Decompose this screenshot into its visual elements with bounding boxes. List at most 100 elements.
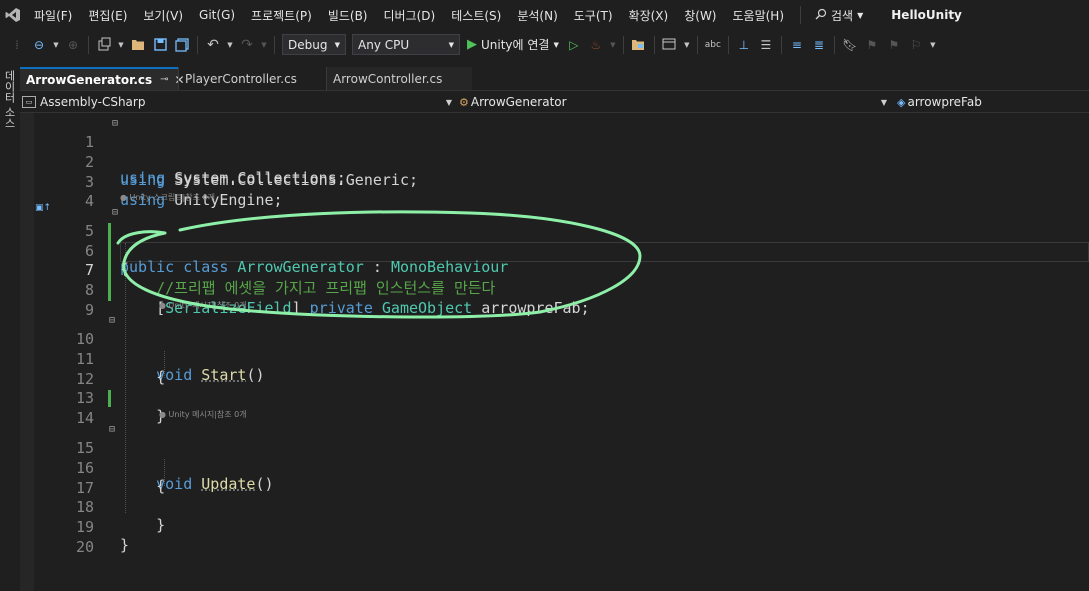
toolbar: ⁞ ⊖ ▼ ⊕ ▼ ↶ ▼ ↷ ▼ Debug ▼ Any CPU ▼ ▶ Un… [0, 30, 1089, 59]
collapse-icon[interactable]: ⊟ [109, 424, 115, 435]
csharp-project-icon: ▭ [22, 96, 36, 108]
save-all-icon[interactable] [173, 36, 191, 54]
menu-file[interactable]: 파일(F) [26, 7, 80, 24]
menu-analyze[interactable]: 분석(N) [509, 7, 565, 24]
tab-label: ArrowController.cs [333, 71, 443, 86]
code-line: 17 [20, 460, 1089, 497]
class-dropdown[interactable]: ⚙ ArrowGenerator ▼ [459, 92, 891, 112]
code-line: 7 //프리팹 에셋을 가지고 프리팹 인스턴스를 만든다 [20, 242, 1089, 297]
play-icon: ▶ [467, 37, 477, 52]
code-line: 12 [20, 351, 1089, 388]
code-line: 18 } [20, 479, 1089, 534]
navigation-bar: ▭ Assembly-CSharp ▼ ⚙ ArrowGenerator ▼ ◈… [20, 90, 1089, 113]
toolbar-divider [833, 35, 835, 54]
chevron-down-icon[interactable]: ▼ [260, 36, 268, 54]
tab-label: PlayerController.cs [185, 71, 297, 86]
codelens-hint[interactable]: ● Unity 스크립트|참조 0개 [120, 192, 215, 203]
tab-player-controller[interactable]: PlayerController.cs [178, 67, 326, 90]
menu-build[interactable]: 빌드(B) [320, 7, 376, 24]
chevron-down-icon: ▼ [857, 10, 864, 20]
collapse-icon[interactable]: ⊟ [112, 207, 118, 218]
codelens-hint[interactable]: ● Unity 메시지|참조 0개 [159, 409, 247, 420]
clear-bookmarks-icon[interactable]: ⚐ [907, 36, 925, 54]
indent-icon[interactable]: ≡ [788, 36, 806, 54]
cursor-tool-icon[interactable]: ⊥ [735, 36, 753, 54]
field-icon: ◈ [897, 95, 906, 109]
code-line: 16 { [20, 440, 1089, 495]
tab-arrow-generator[interactable]: ArrowGenerator.cs ⊸ ✕ [20, 67, 185, 90]
hot-reload-icon[interactable]: ♨ [587, 36, 605, 54]
codelens-text: Unity 메시지|참조 0개 [168, 301, 247, 310]
code-line: 5 ⊟ public class ArrowGenerator : MonoBe… [20, 203, 1089, 276]
chevron-down-icon: ▼ [334, 40, 340, 49]
start-without-debug-icon[interactable]: ▷ [565, 36, 583, 54]
toolbar-divider [622, 35, 624, 54]
next-bookmark-icon[interactable]: ⚑ [885, 36, 903, 54]
menu-project[interactable]: 프로젝트(P) [243, 7, 320, 24]
menu-test[interactable]: 테스트(S) [443, 7, 509, 24]
platform-select[interactable]: Any CPU ▼ [352, 34, 460, 55]
code-line: 4 [20, 173, 1089, 210]
undo-icon[interactable]: ↶ [204, 36, 222, 54]
line-number: 20 [75, 538, 94, 556]
member-dropdown[interactable]: ◈ arrowpreFab [897, 92, 1087, 112]
chevron-down-icon[interactable]: ▼ [226, 36, 234, 54]
bookmark-icon[interactable]: 🔖︎ [841, 36, 859, 54]
chevron-down-icon[interactable]: ▼ [609, 36, 617, 54]
attach-unity-button[interactable]: ▶ Unity에 연결 ▼ [463, 36, 563, 53]
redo-icon[interactable]: ↷ [238, 36, 256, 54]
chevron-down-icon[interactable]: ▼ [929, 36, 937, 54]
tab-arrow-controller[interactable]: ArrowController.cs [326, 67, 472, 90]
code-editor[interactable]: ▣↑ 1 ⊟ using System.Collections; 2 using… [20, 113, 1089, 591]
code-line: 19 } [20, 499, 1089, 554]
platform-value: Any CPU [358, 37, 410, 52]
outdent-icon[interactable]: ≣ [810, 36, 828, 54]
window-layout-icon[interactable] [661, 36, 679, 54]
spell-check-icon[interactable]: abc [704, 36, 722, 54]
code-line: 8 [SerializeField] private GameObject ar… [20, 262, 1089, 317]
codelens-text: Unity 메시지|참조 0개 [168, 410, 247, 419]
menu-extensions[interactable]: 확장(X) [621, 7, 677, 24]
codelens-hint[interactable]: ● Unity 메시지|참조 0개 [159, 300, 247, 311]
collapse-icon[interactable]: ⊟ [112, 118, 118, 129]
visual-studio-logo-icon[interactable] [0, 0, 26, 30]
side-tool-strip: 데이터 소스 [0, 66, 20, 591]
search-label: 검색 [831, 8, 854, 23]
chevron-down-icon: ▼ [445, 97, 452, 107]
menu-debug[interactable]: 디버그(D) [376, 7, 444, 24]
toolbar-divider [197, 35, 198, 54]
back-icon[interactable]: ⊖ [30, 36, 48, 54]
chevron-down-icon[interactable]: ▼ [117, 36, 125, 54]
forward-icon[interactable]: ⊕ [64, 36, 82, 54]
code-line: 9 [20, 282, 1089, 319]
format-icon[interactable]: ☰ [757, 36, 775, 54]
grip-icon: ⁞ [15, 37, 19, 52]
menu-window[interactable]: 창(W) [676, 7, 724, 24]
chevron-down-icon[interactable]: ▼ [52, 36, 60, 54]
menu-bar: 파일(F) 편집(E) 보기(V) Git(G) 프로젝트(P) 빌드(B) 디… [0, 0, 1089, 30]
menu-git[interactable]: Git(G) [191, 8, 243, 22]
chevron-down-icon[interactable]: ▼ [683, 36, 691, 54]
save-icon[interactable] [151, 36, 169, 54]
configuration-value: Debug [288, 37, 328, 52]
collapse-icon[interactable]: ⊟ [109, 315, 115, 326]
configuration-select[interactable]: Debug ▼ [282, 34, 346, 55]
prev-bookmark-icon[interactable]: ⚑ [863, 36, 881, 54]
toolbar-divider [780, 35, 782, 54]
menu-help[interactable]: 도움말(H) [725, 7, 793, 24]
code-line: 14 [20, 390, 1089, 427]
open-icon[interactable] [129, 36, 147, 54]
menu-view[interactable]: 보기(V) [135, 7, 191, 24]
pin-icon[interactable]: ⊸ [160, 74, 168, 85]
new-project-icon[interactable] [95, 36, 113, 54]
code-line: 2 using System.Collections.Generic; [20, 134, 1089, 189]
search-button[interactable]: 검색 ▼ [809, 7, 869, 24]
menu-tools[interactable]: 도구(T) [566, 7, 621, 24]
data-sources-tab[interactable]: 데이터 소스 [3, 70, 17, 129]
project-dropdown[interactable]: ▭ Assembly-CSharp ▼ [22, 92, 456, 112]
attach-unity-label: Unity에 연결 [481, 38, 550, 52]
folder-view-icon[interactable] [630, 36, 648, 54]
menu-edit[interactable]: 편집(E) [80, 7, 135, 24]
search-icon [815, 8, 827, 23]
class-dropdown-value: ArrowGenerator [470, 95, 567, 109]
